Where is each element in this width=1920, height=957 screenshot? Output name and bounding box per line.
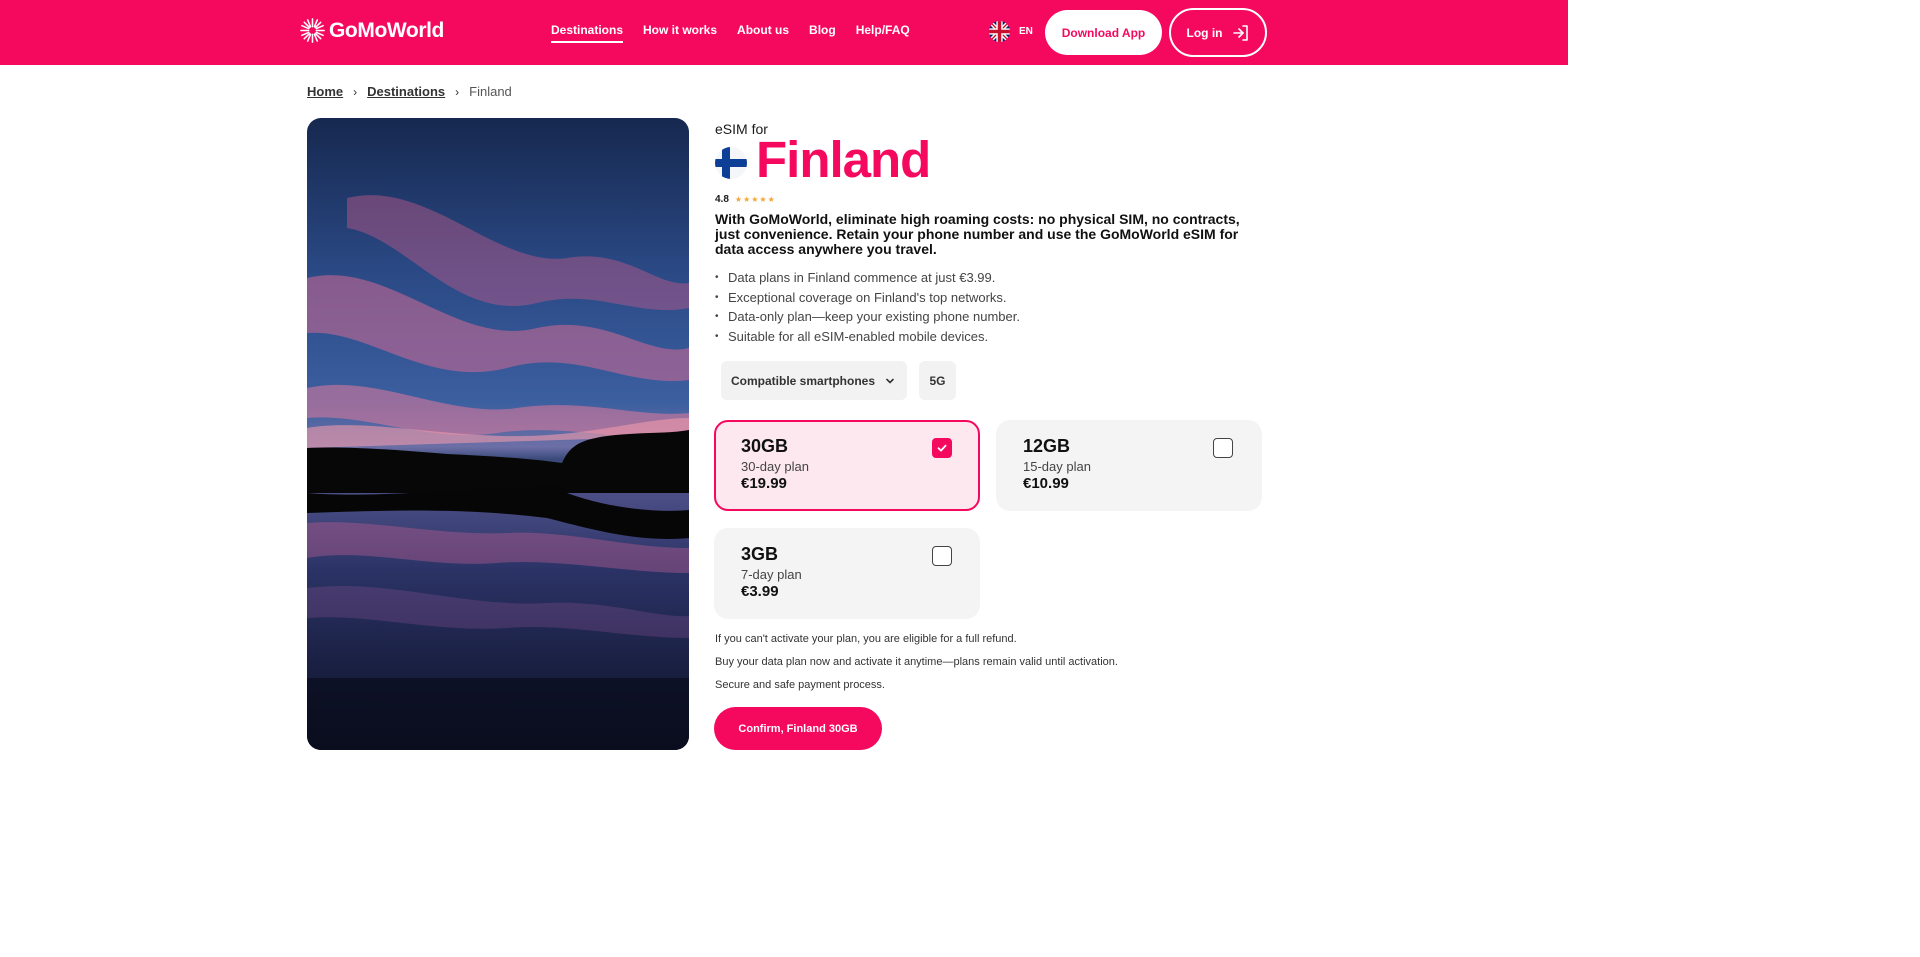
plan-data: 30GB bbox=[741, 436, 789, 456]
payment-note: Secure and safe payment process. bbox=[715, 679, 885, 691]
chevron-down-icon bbox=[886, 378, 894, 383]
top-navigation-bar: GoMoWorld Destinations How it works Abou… bbox=[0, 0, 1568, 65]
uk-flag-icon bbox=[989, 21, 1010, 42]
checkmark-icon bbox=[937, 444, 947, 452]
nav-about-us[interactable]: About us bbox=[737, 23, 789, 43]
plan-price: €3.99 bbox=[741, 583, 779, 600]
download-app-button[interactable]: Download App bbox=[1045, 10, 1162, 55]
feature-list: Data plans in Finland commence at just €… bbox=[715, 268, 1020, 346]
star-rating-icon: ★★★★★ bbox=[734, 195, 776, 204]
language-selector[interactable]: EN bbox=[989, 21, 1033, 42]
rating: 4.8 ★★★★★ bbox=[715, 194, 776, 205]
brand-name: GoMoWorld bbox=[329, 18, 444, 42]
plan-period: 15-day plan bbox=[1023, 459, 1091, 474]
language-code: EN bbox=[1019, 26, 1033, 37]
feature-item: Data-only plan—keep your existing phone … bbox=[715, 307, 1020, 327]
feature-item: Data plans in Finland commence at just €… bbox=[715, 268, 1020, 288]
feature-item: Suitable for all eSIM-enabled mobile dev… bbox=[715, 327, 1020, 347]
refund-note: If you can't activate your plan, you are… bbox=[715, 633, 1017, 645]
plan-checkbox[interactable] bbox=[932, 438, 952, 458]
breadcrumb-home[interactable]: Home bbox=[307, 84, 343, 99]
nav-blog[interactable]: Blog bbox=[809, 23, 836, 43]
destination-photo bbox=[307, 118, 689, 750]
login-label: Log in bbox=[1186, 25, 1223, 40]
chevron-right-icon: › bbox=[353, 84, 358, 99]
nav-help-faq[interactable]: Help/FAQ bbox=[856, 23, 910, 43]
plan-card-30gb[interactable]: 30GB 30-day plan €19.99 bbox=[714, 420, 980, 511]
country-name: Finland bbox=[756, 131, 931, 188]
breadcrumb-destinations[interactable]: Destinations bbox=[367, 84, 445, 99]
plan-data: 3GB bbox=[741, 544, 779, 564]
network-5g-badge: 5G bbox=[919, 361, 956, 400]
brand-logo[interactable]: GoMoWorld bbox=[299, 17, 444, 44]
breadcrumb-current: Finland bbox=[469, 84, 512, 99]
plan-period: 30-day plan bbox=[741, 459, 809, 474]
plan-card-3gb[interactable]: 3GB 7-day plan €3.99 bbox=[714, 528, 980, 619]
main-nav: Destinations How it works About us Blog … bbox=[551, 23, 910, 43]
login-button[interactable]: Log in bbox=[1169, 8, 1267, 57]
product-lead: With GoMoWorld, eliminate high roaming c… bbox=[715, 211, 1240, 257]
plan-data: 12GB bbox=[1023, 436, 1071, 456]
plan-card-12gb[interactable]: 12GB 15-day plan €10.99 bbox=[996, 420, 1262, 511]
nav-destinations[interactable]: Destinations bbox=[551, 23, 624, 43]
login-arrow-icon bbox=[1232, 24, 1248, 41]
plan-price: €10.99 bbox=[1023, 475, 1069, 492]
compatible-smartphones-dropdown[interactable]: Compatible smartphones bbox=[721, 361, 907, 400]
plan-checkbox[interactable] bbox=[1213, 438, 1233, 458]
plan-price: €19.99 bbox=[741, 475, 787, 492]
confirm-plan-button[interactable]: Confirm, Finland 30GB bbox=[714, 707, 882, 750]
sunburst-logo-icon bbox=[300, 18, 325, 43]
activation-note: Buy your data plan now and activate it a… bbox=[715, 656, 1118, 668]
plan-checkbox[interactable] bbox=[932, 546, 952, 566]
rating-value: 4.8 bbox=[715, 194, 729, 205]
nav-how-it-works[interactable]: How it works bbox=[643, 23, 717, 43]
plan-period: 7-day plan bbox=[741, 567, 802, 582]
breadcrumb: Home › Destinations › Finland bbox=[307, 84, 512, 99]
finland-flag-icon bbox=[715, 147, 747, 179]
page-title: Finland bbox=[715, 131, 931, 188]
chevron-right-icon: › bbox=[455, 84, 460, 99]
feature-item: Exceptional coverage on Finland's top ne… bbox=[715, 288, 1020, 308]
compatible-label: Compatible smartphones bbox=[731, 373, 876, 388]
